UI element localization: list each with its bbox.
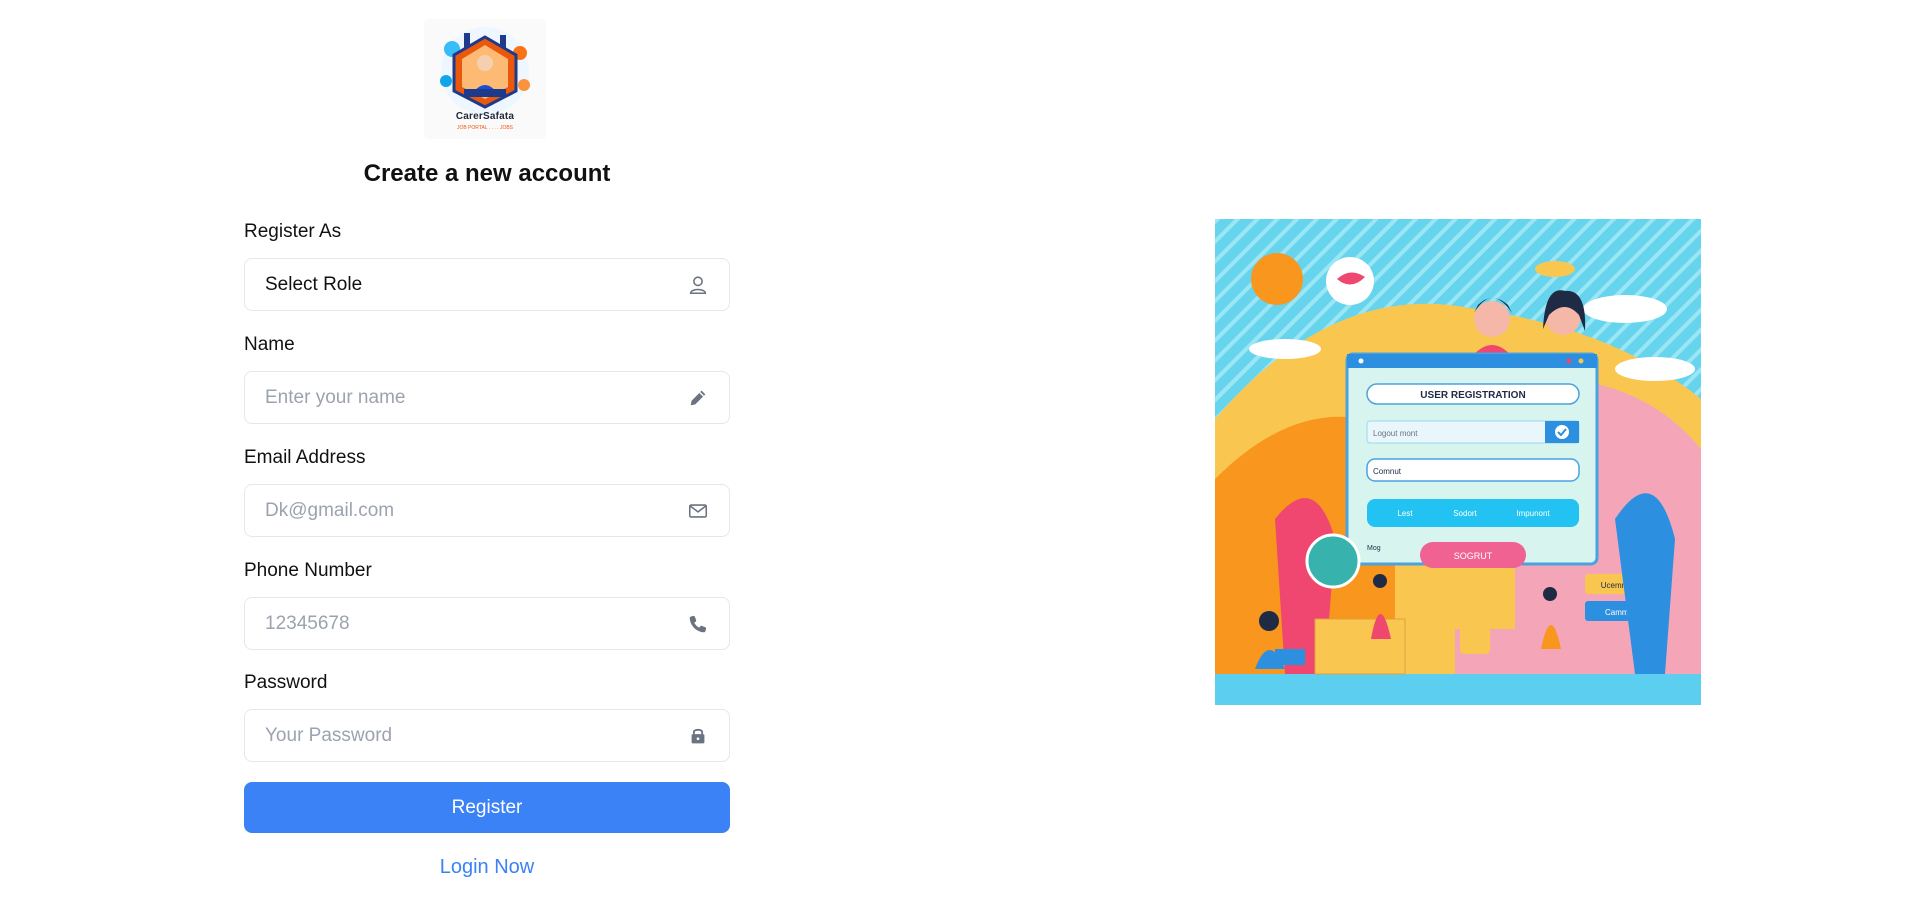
brand-logo: CarerSafata JOB PORTAL . . . . JOBS xyxy=(424,19,546,139)
user-icon xyxy=(689,276,707,295)
registration-illustration: USER REGISTRATION Logout mont Comnut Les… xyxy=(1215,219,1701,705)
name-label: Name xyxy=(244,334,295,355)
illus-tab-3: Impunont xyxy=(1516,509,1550,518)
password-input[interactable] xyxy=(265,710,665,761)
illus-tab-2: Sodort xyxy=(1453,509,1477,518)
logo-brand-text: CarerSafata xyxy=(455,111,515,122)
illus-field-2: Comnut xyxy=(1373,467,1402,476)
pencil-icon xyxy=(690,390,706,406)
role-select[interactable]: Select Role xyxy=(244,258,730,311)
illus-field-1: Logout mont xyxy=(1373,429,1418,438)
name-field xyxy=(244,371,730,424)
envelope-icon xyxy=(688,504,708,518)
phone-input[interactable] xyxy=(265,598,665,649)
illus-heading: USER REGISTRATION xyxy=(1420,390,1525,401)
password-field xyxy=(244,709,730,762)
email-field xyxy=(244,484,730,537)
email-input[interactable] xyxy=(265,485,665,536)
role-select-value: Select Role xyxy=(265,274,363,295)
logo-sub-text: JOB PORTAL . . . . JOBS xyxy=(456,125,514,131)
illus-side-label: Mog xyxy=(1367,545,1381,552)
name-input[interactable] xyxy=(265,372,665,423)
role-label: Register As xyxy=(244,221,342,242)
page-title: Create a new account xyxy=(363,160,611,187)
phone-field xyxy=(244,597,730,650)
illus-tab-1: Lest xyxy=(1397,509,1413,518)
phone-label: Phone Number xyxy=(244,560,372,581)
illus-button: SOGRUT xyxy=(1454,551,1493,561)
phone-icon xyxy=(689,615,707,633)
email-label: Email Address xyxy=(244,447,366,468)
lock-icon xyxy=(691,728,705,744)
registration-illustration-art: USER REGISTRATION Logout mont Comnut Les… xyxy=(1215,219,1701,705)
register-button[interactable]: Register xyxy=(244,782,730,833)
login-now-link[interactable]: Login Now xyxy=(244,856,730,879)
password-label: Password xyxy=(244,672,328,693)
